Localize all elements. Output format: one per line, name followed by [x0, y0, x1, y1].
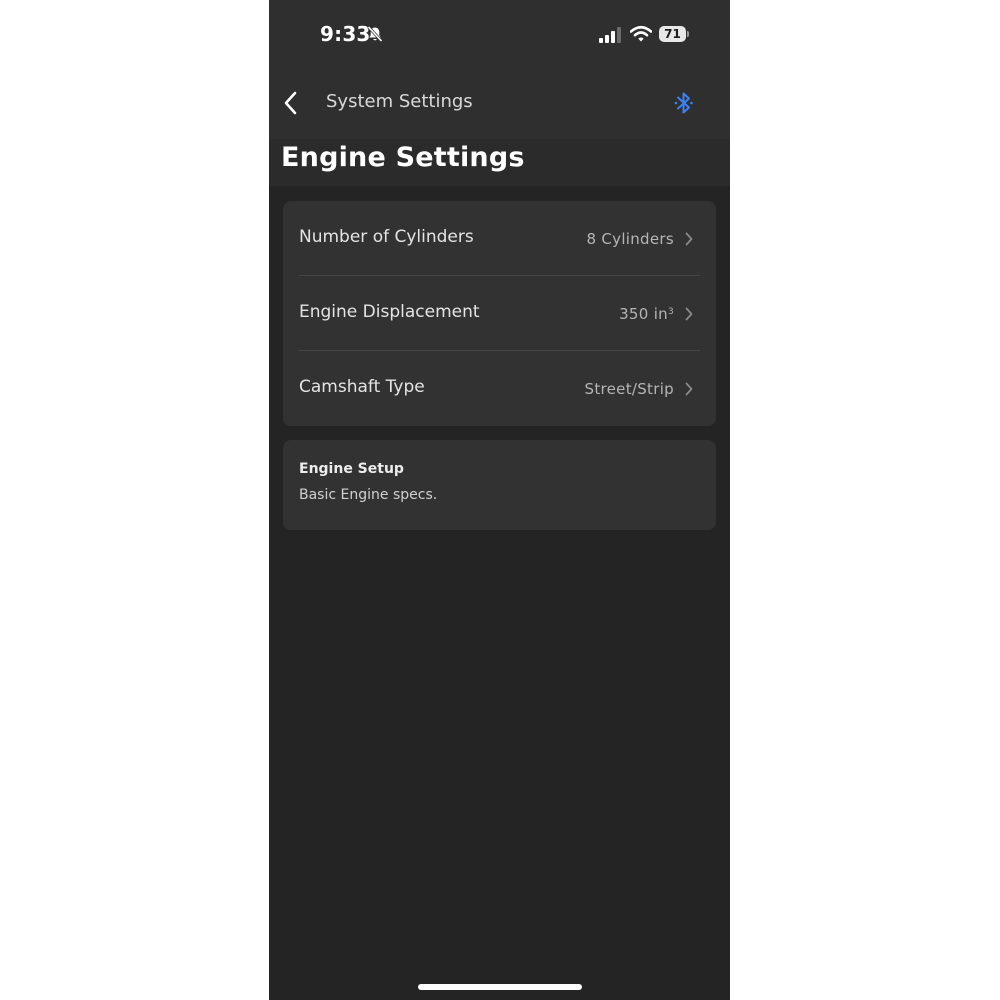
info-card: Engine Setup Basic Engine specs. — [283, 440, 716, 530]
chevron-right-icon — [685, 232, 693, 246]
phone-screen: 9:33 71 System Settings Engine Settings — [269, 0, 730, 1000]
displacement-value: 350 in — [619, 305, 668, 323]
signal-icon — [599, 27, 621, 43]
info-title: Engine Setup — [299, 461, 404, 477]
displacement-unit-exponent: 3 — [667, 307, 674, 317]
chevron-left-icon — [284, 91, 297, 115]
back-button[interactable] — [281, 88, 305, 118]
chevron-right-icon — [685, 307, 693, 321]
camshaft-row[interactable]: Camshaft Type Street/Strip — [283, 351, 716, 426]
displacement-row[interactable]: Engine Displacement 350 in3 — [283, 276, 716, 351]
page-title: Engine Settings — [281, 142, 525, 173]
nav-title: System Settings — [326, 91, 473, 112]
bluetooth-icon — [674, 92, 693, 114]
cylinders-row[interactable]: Number of Cylinders 8 Cylinders — [283, 201, 716, 276]
battery-icon: 71 — [659, 26, 689, 42]
wifi-icon — [630, 25, 652, 42]
row-value: Street/Strip — [584, 380, 674, 398]
top-bar — [269, 0, 730, 139]
status-time: 9:33 — [320, 22, 371, 46]
row-label: Camshaft Type — [299, 377, 425, 397]
info-text: Basic Engine specs. — [299, 487, 438, 503]
row-value: 8 Cylinders — [586, 230, 674, 248]
row-label: Engine Displacement — [299, 302, 480, 322]
chevron-right-icon — [685, 382, 693, 396]
row-value: 350 in3 — [619, 305, 674, 323]
home-indicator[interactable] — [418, 984, 582, 990]
row-label: Number of Cylinders — [299, 227, 474, 247]
battery-level: 71 — [659, 26, 686, 42]
bell-off-icon — [367, 25, 383, 43]
bluetooth-button[interactable] — [672, 90, 696, 116]
battery-cap — [687, 31, 689, 37]
settings-card: Number of Cylinders 8 Cylinders Engine D… — [283, 201, 716, 426]
